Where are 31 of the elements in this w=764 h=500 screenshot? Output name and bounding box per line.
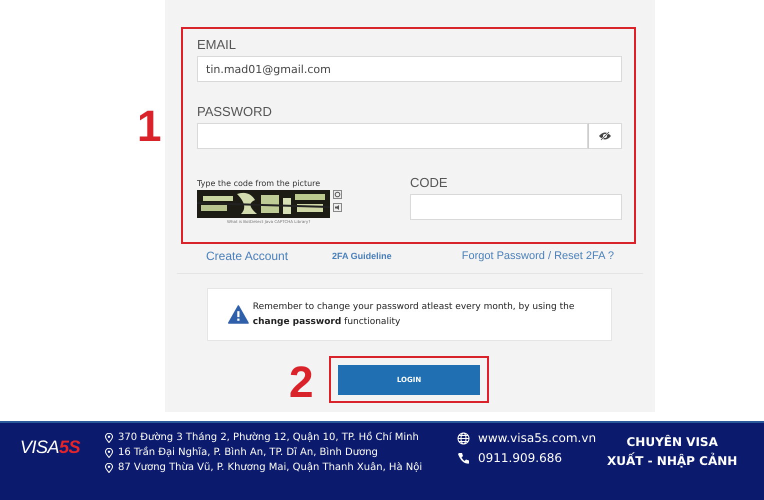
field-label: EMAIL bbox=[197, 37, 238, 52]
notice-text: Remember to change your password atleast every month, by using the change password functionality bbox=[252, 300, 576, 328]
step-number: 1 bbox=[137, 105, 162, 149]
slogan-text: XUẤT - NHẬP CẢNH bbox=[607, 454, 738, 468]
link[interactable]: 2FA Guideline bbox=[332, 251, 462, 261]
location-pin-icon bbox=[105, 462, 113, 472]
captcha-prompt: Type the code from the picture bbox=[197, 179, 322, 188]
field-label: CODE bbox=[410, 175, 449, 190]
code-field[interactable] bbox=[410, 194, 622, 220]
location-pin-icon bbox=[105, 448, 113, 458]
step-number: 2 bbox=[289, 361, 314, 405]
globe-icon bbox=[457, 432, 470, 444]
address-text: 16 Trần Đại Nghĩa, P. Bình An, TP. Dĩ An, Bình Dương bbox=[118, 446, 378, 459]
field-label: PASSWORD bbox=[197, 104, 273, 119]
address-text: 87 Vương Thừa Vũ, P. Khương Mai, Quận Thanh Xuân, Hà Nội bbox=[118, 461, 422, 474]
refresh-icon[interactable] bbox=[333, 190, 342, 199]
address-text: 370 Đường 3 Tháng 2, Phường 12, Quận 10, TP. Hồ Chí Minh bbox=[118, 431, 419, 444]
phone-icon bbox=[457, 452, 470, 464]
phone-text: 0911.909.686 bbox=[478, 451, 562, 465]
password-field[interactable] bbox=[197, 123, 588, 149]
link[interactable]: Create Account bbox=[206, 249, 332, 263]
speaker-icon[interactable] bbox=[333, 203, 342, 212]
visibility-toggle[interactable] bbox=[588, 123, 622, 149]
warning-icon bbox=[228, 302, 249, 327]
location-pin-icon bbox=[105, 432, 113, 442]
eye-slash-icon bbox=[598, 131, 612, 141]
website-text: www.visa5s.com.vn bbox=[478, 431, 596, 445]
slogan-text: CHUYÊN VISA bbox=[626, 435, 718, 449]
link[interactable]: Forgot Password / Reset 2FA ? bbox=[462, 250, 614, 262]
logo: VISA5S bbox=[20, 437, 80, 457]
email-field[interactable]: tin.mad01@gmail.com bbox=[197, 56, 622, 82]
